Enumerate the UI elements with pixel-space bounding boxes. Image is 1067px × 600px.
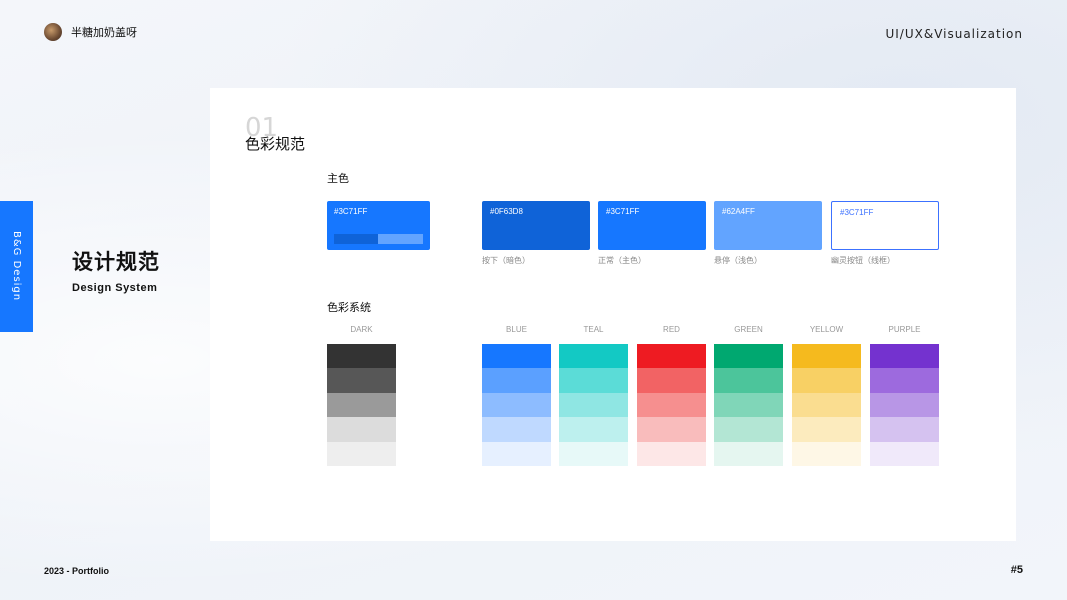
palette-column-purple <box>870 344 939 466</box>
content-card: 01 色彩规范 主色 #3C71FF #0F63D8 #3C71FF #62A4… <box>210 88 1016 541</box>
color-system-label: 色彩系统 <box>327 301 371 314</box>
footer-label: 2023 - Portfolio <box>44 566 110 576</box>
swatch-teal-3 <box>559 392 628 418</box>
avatar <box>44 23 62 41</box>
primary-color-label: 主色 <box>327 172 349 185</box>
ghost-swatch: #3C71FF <box>831 201 939 250</box>
swatch-dark-4 <box>327 417 396 442</box>
author-name: 半糖加奶盖呀 <box>71 26 137 39</box>
swatch-green-3 <box>714 392 783 418</box>
swatch-teal-5 <box>559 441 628 466</box>
swatch-dark-2 <box>327 368 396 393</box>
swatch-yellow-5 <box>792 441 861 466</box>
swatch-red-4 <box>637 417 706 442</box>
swatch-teal-4 <box>559 417 628 442</box>
swatch-yellow-2 <box>792 368 861 393</box>
palette-column-blue <box>482 344 551 466</box>
hover-swatch: #62A4FF <box>714 201 822 250</box>
swatch-purple-2 <box>870 368 939 393</box>
header-category: UI/UX&Visualization <box>885 27 1023 41</box>
card-title: 色彩规范 <box>245 135 306 153</box>
palette-label-green: GREEN <box>734 325 763 334</box>
swatch-blue-3 <box>482 392 551 418</box>
section-title: 设计规范 <box>72 250 160 274</box>
hover-caption: 悬停（浅色） <box>714 256 762 265</box>
primary-swatch: #3C71FF <box>327 201 430 250</box>
normal-caption: 正常（主色） <box>598 256 646 265</box>
pressed-swatch: #0F63D8 <box>482 201 590 250</box>
primary-dark-bar <box>334 234 378 244</box>
primary-light-bar <box>378 234 423 244</box>
ghost-caption: 幽灵按钮（线框） <box>831 256 895 265</box>
palette-label-dark: DARK <box>350 325 373 334</box>
ghost-hex: #3C71FF <box>840 208 874 217</box>
swatch-teal-1 <box>559 344 628 369</box>
palette-column-dark <box>327 344 396 466</box>
swatch-yellow-4 <box>792 417 861 442</box>
pressed-caption: 按下（暗色） <box>482 256 530 265</box>
palette-label-teal: TEAL <box>583 325 604 334</box>
normal-swatch: #3C71FF <box>598 201 706 250</box>
author: 半糖加奶盖呀 <box>44 23 137 41</box>
palette-label-yellow: YELLOW <box>809 325 844 334</box>
swatch-yellow-1 <box>792 344 861 369</box>
palette-column-green <box>714 344 783 466</box>
swatch-purple-4 <box>870 417 939 442</box>
palette-column-yellow <box>792 344 861 466</box>
pressed-hex: #0F63D8 <box>490 207 523 216</box>
section-subtitle: Design System <box>72 282 158 294</box>
swatch-blue-2 <box>482 368 551 393</box>
palette-label-blue: BLUE <box>506 325 527 334</box>
swatch-purple-5 <box>870 441 939 466</box>
side-tab: B&G Design <box>0 201 33 332</box>
swatch-blue-5 <box>482 441 551 466</box>
swatch-dark-1 <box>327 344 396 369</box>
palette-column-red <box>637 344 706 466</box>
normal-hex: #3C71FF <box>606 207 640 216</box>
swatch-red-1 <box>637 344 706 369</box>
hover-hex: #62A4FF <box>722 207 755 216</box>
swatch-green-5 <box>714 441 783 466</box>
palette-label-purple: PURPLE <box>888 325 921 334</box>
palette-column-teal <box>559 344 628 466</box>
swatch-purple-3 <box>870 392 939 418</box>
swatch-green-2 <box>714 368 783 393</box>
swatch-teal-2 <box>559 368 628 393</box>
swatch-purple-1 <box>870 344 939 369</box>
swatch-dark-3 <box>327 392 396 418</box>
swatch-red-3 <box>637 392 706 418</box>
swatch-green-4 <box>714 417 783 442</box>
swatch-blue-4 <box>482 417 551 442</box>
side-tab-label: B&G Design <box>11 231 22 302</box>
swatch-yellow-3 <box>792 392 861 418</box>
swatch-red-2 <box>637 368 706 393</box>
primary-hex: #3C71FF <box>334 207 368 216</box>
palette-label-red: RED <box>663 325 680 334</box>
swatch-red-5 <box>637 441 706 466</box>
swatch-blue-1 <box>482 344 551 369</box>
swatch-green-1 <box>714 344 783 369</box>
page-number: #5 <box>1010 564 1023 576</box>
swatch-dark-5 <box>327 441 396 466</box>
